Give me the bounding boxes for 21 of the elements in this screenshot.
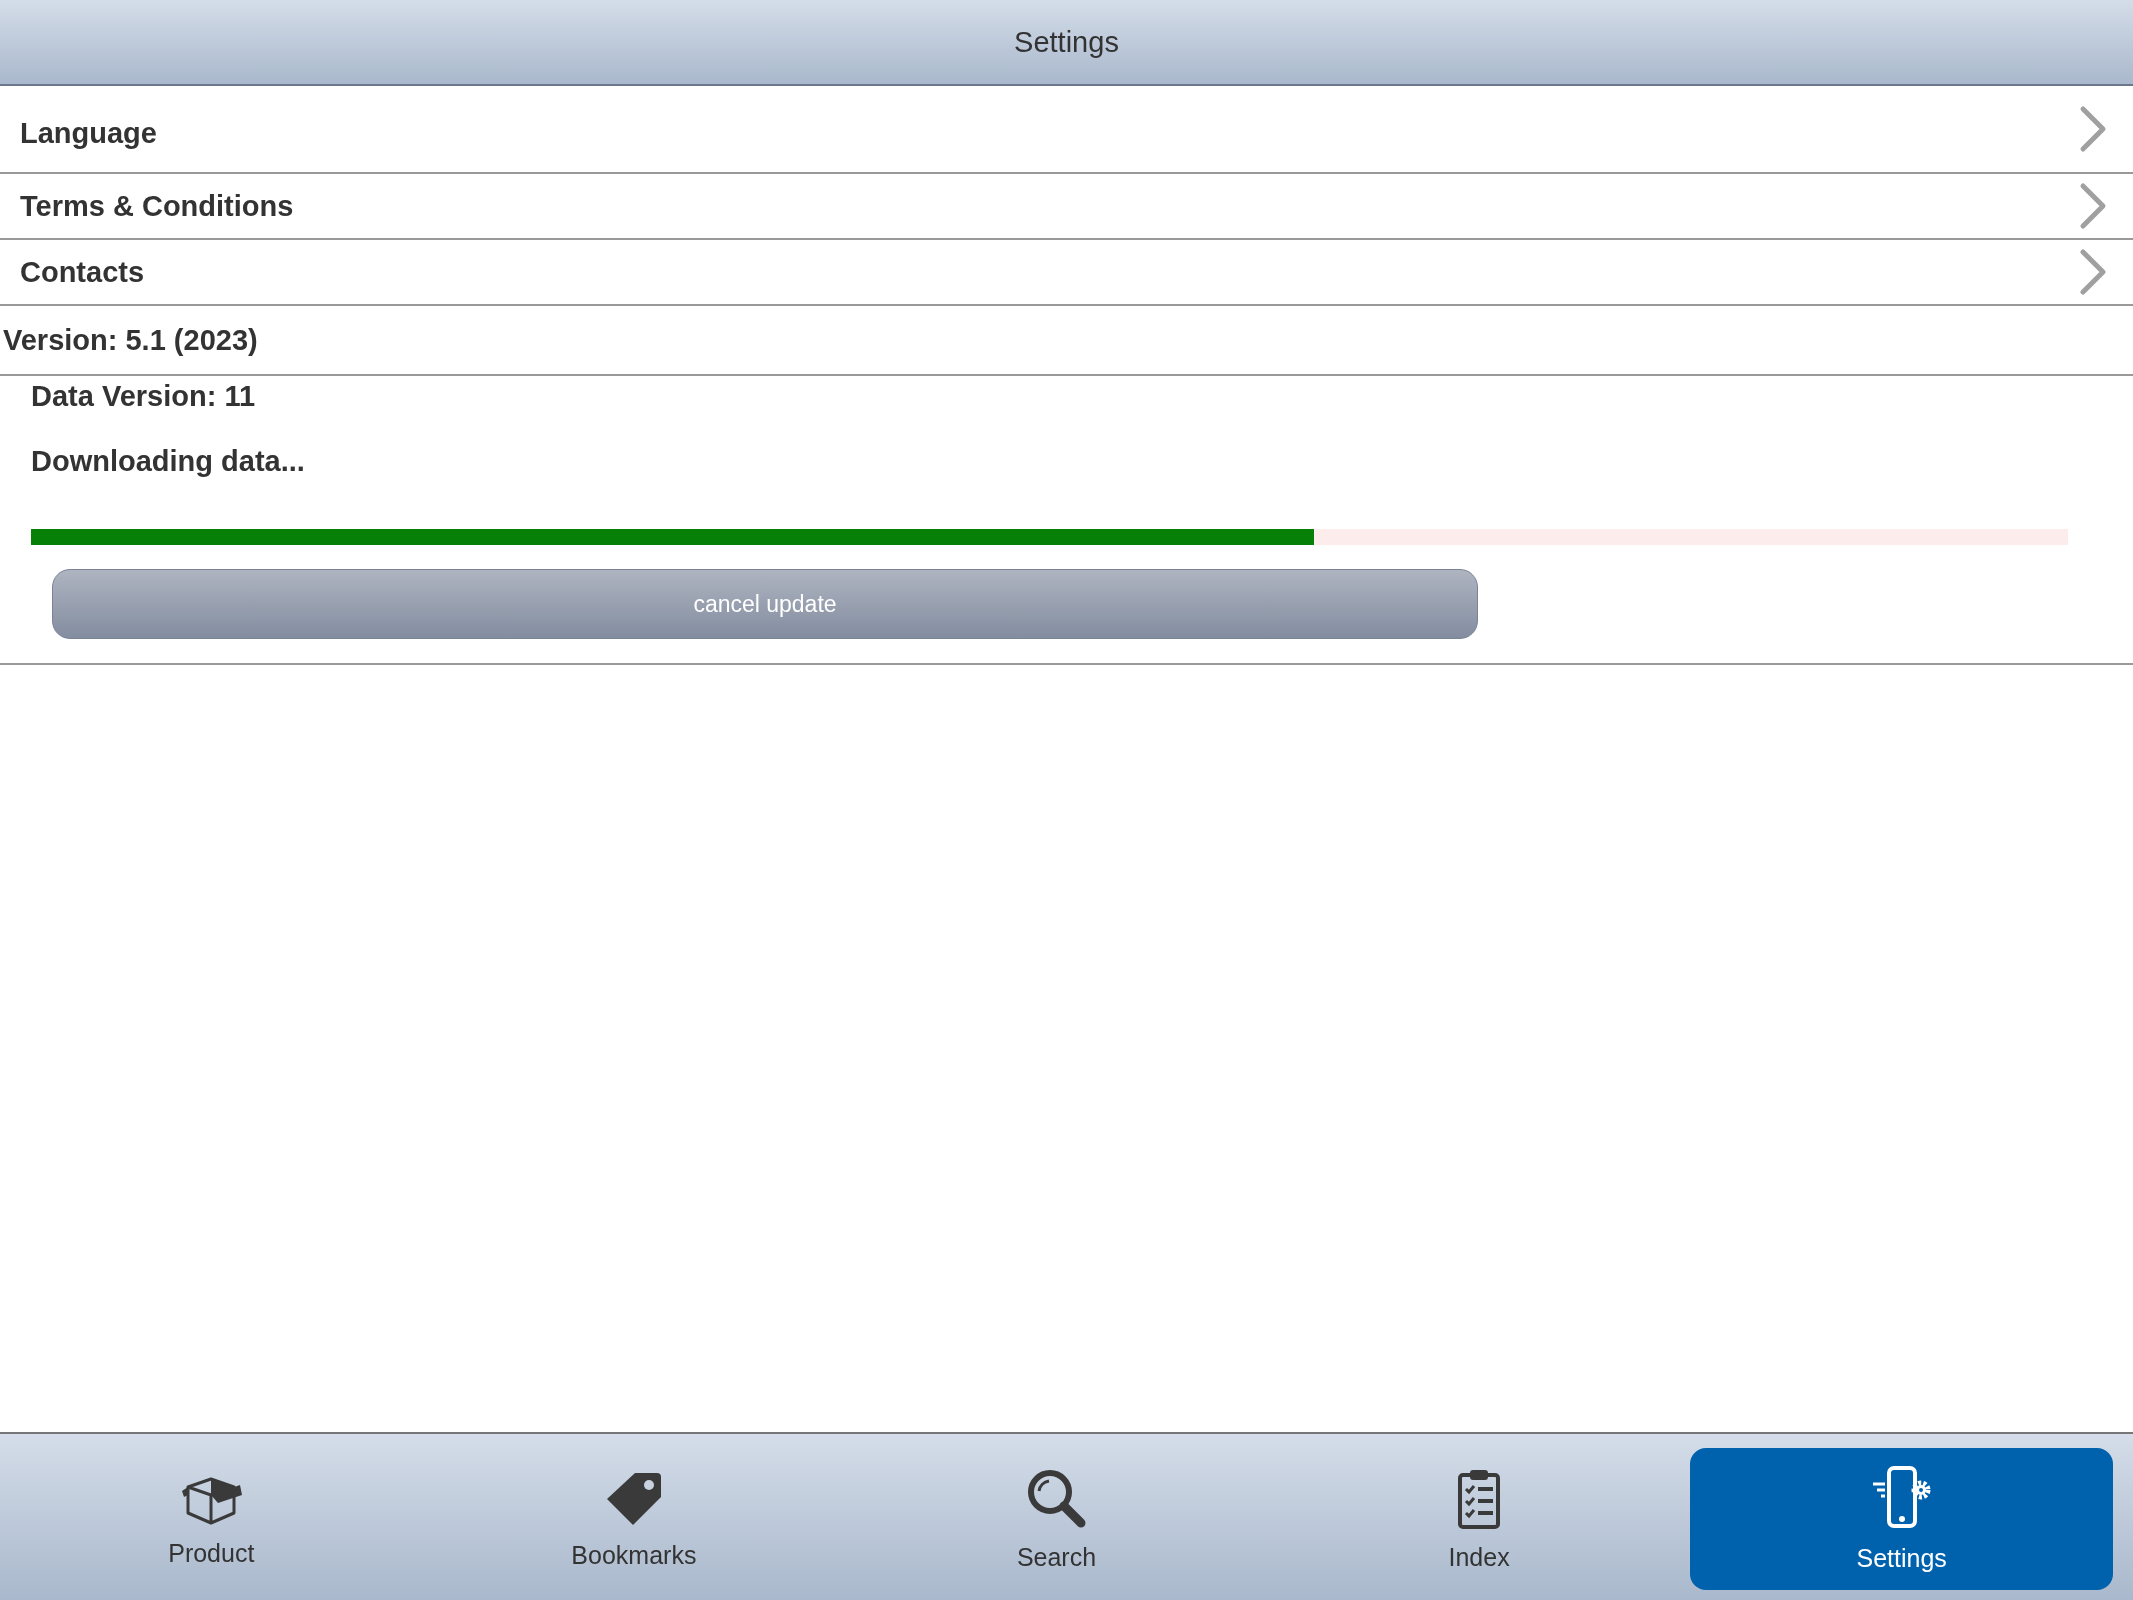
chevron-right-icon bbox=[2079, 248, 2107, 296]
data-version-text: Data Version: 11 bbox=[31, 382, 257, 411]
tab-bar-item[interactable]: Settings bbox=[1690, 1448, 2113, 1590]
chevron-right-icon bbox=[2079, 105, 2107, 153]
settings-row[interactable]: Contacts bbox=[0, 240, 2133, 306]
tab-label: Search bbox=[1016, 1542, 1097, 1572]
phone-gear-icon bbox=[1870, 1465, 1933, 1530]
tab-bar-item[interactable]: Index bbox=[1267, 1448, 1691, 1590]
version-text: Version: 5.1 (2023) bbox=[3, 325, 258, 355]
tab-label: Bookmarks bbox=[571, 1540, 697, 1570]
tab-label: Settings bbox=[1856, 1543, 1947, 1573]
settings-row[interactable]: Language bbox=[0, 86, 2133, 174]
tab-bar-item[interactable]: Product bbox=[0, 1448, 423, 1590]
tab-label: Product bbox=[168, 1538, 255, 1568]
chevron-right-icon bbox=[2079, 182, 2107, 230]
settings-row[interactable]: Terms & Conditions bbox=[0, 174, 2133, 240]
tab-bar-item[interactable]: Bookmarks bbox=[422, 1448, 846, 1590]
screen-title: Settings bbox=[1014, 25, 1119, 59]
tab-bar-item[interactable]: Search bbox=[845, 1448, 1268, 1590]
download-status: Downloading data... bbox=[31, 447, 306, 476]
tab-label: Index bbox=[1448, 1542, 1510, 1572]
